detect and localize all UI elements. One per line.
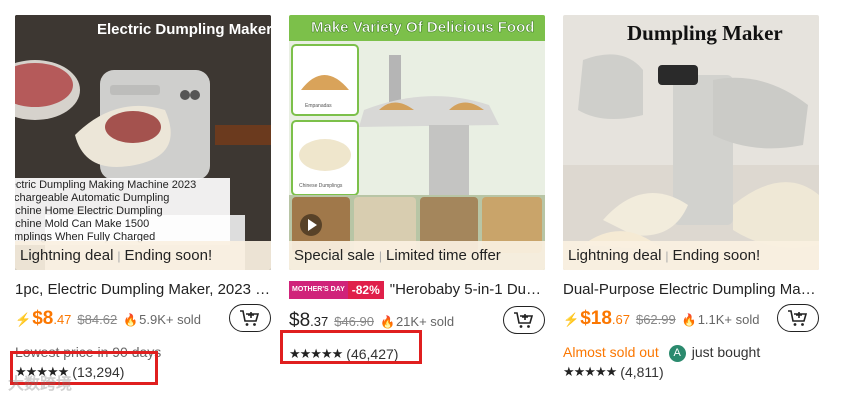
fire-icon: 🔥 xyxy=(123,313,139,327)
product-image[interactable]: Electric Dumpling Maker Electric Dumplin… xyxy=(15,15,271,270)
description-line: Machine Home Electric Dumpling xyxy=(15,205,163,217)
sold-count: 21K+ sold xyxy=(395,313,455,329)
rating[interactable]: ★★★★★ (4,811) xyxy=(563,362,819,382)
image-description-overlay: Electric Dumpling Making Machine 2023 Re… xyxy=(15,178,230,245)
deal-type: Special sale xyxy=(294,247,375,264)
product-title[interactable]: 1pc, Electric Dumpling Maker, 2023 Recha… xyxy=(15,280,271,300)
deal-urgency: Limited time offer xyxy=(386,247,501,264)
almost-sold-out-text: Almost sold out xyxy=(563,344,659,360)
product-grid: Electric Dumpling Maker Electric Dumplin… xyxy=(0,0,850,401)
current-price: $8.47 xyxy=(32,308,72,329)
fire-icon: 🔥 xyxy=(681,313,697,327)
cart-plus-icon xyxy=(788,310,808,326)
cart-plus-icon xyxy=(240,310,260,326)
product-title[interactable]: Dual-Purpose Electric Dumpling Maker xyxy=(563,280,819,300)
lightning-icon: ⚡ xyxy=(563,312,580,327)
add-to-cart-button[interactable] xyxy=(503,305,545,334)
current-price: $18.67 xyxy=(580,308,630,329)
star-rating-icon: ★★★★★ xyxy=(563,364,617,379)
deal-urgency: Ending soon! xyxy=(124,247,213,264)
description-line: Rechargeable Automatic Dumpling xyxy=(15,192,170,204)
rating-count: (4,811) xyxy=(620,364,664,380)
deal-type: Lightning deal xyxy=(568,247,662,264)
deal-banner: Lightning deal | Ending soon! xyxy=(563,241,819,270)
description-line: Machine Mold Can Make 1500 xyxy=(15,218,150,230)
buyer-avatar: A xyxy=(668,344,686,362)
original-price: $62.99 xyxy=(635,312,676,327)
sold-count: 5.9K+ sold xyxy=(139,312,201,327)
product-card[interactable]: Electric Dumpling Maker Electric Dumplin… xyxy=(15,15,271,382)
product-title-text: "Herobaby 5-in-1 Dumpling Maker xyxy=(389,281,545,298)
deal-urgency: Ending soon! xyxy=(672,247,761,264)
price-row: ⚡ $18.67 $62.99 🔥 1.1K+ sold xyxy=(563,304,819,342)
product-title[interactable]: MOTHER'S DAY-82% "Herobaby 5-in-1 Dumplin… xyxy=(289,280,545,302)
image-title: Make Variety Of Delicious Food xyxy=(311,19,535,37)
mothers-day-badge: MOTHER'S DAY xyxy=(289,280,348,299)
stock-status: Almost sold out Ajust bought xyxy=(563,342,819,362)
discount-badge: -82% xyxy=(347,280,384,299)
dumpling-maker-collage-photo xyxy=(289,15,545,270)
watermark: 大数跨境 xyxy=(8,376,73,393)
original-price: $84.62 xyxy=(77,312,118,327)
image-title: Dumpling Maker xyxy=(627,21,783,45)
fire-icon: 🔥 xyxy=(379,314,395,329)
add-to-cart-button[interactable] xyxy=(777,304,819,332)
deal-banner: Lightning deal | Ending soon! xyxy=(15,241,271,270)
image-side-label: Empanadas xyxy=(305,103,332,109)
promo-badge: MOTHER'S DAY -82% xyxy=(289,280,384,299)
original-price: $46.90 xyxy=(334,313,374,329)
description-line: Electric Dumpling Making Machine 2023 xyxy=(15,179,197,191)
image-title: Electric Dumpling Maker xyxy=(97,21,271,38)
product-card[interactable]: Dumpling Maker Lightning deal | Ending soo… xyxy=(563,15,819,382)
image-side-label: Chinese Dumplings xyxy=(299,183,343,189)
product-image[interactable]: Dumpling Maker Lightning deal | Ending soo… xyxy=(563,15,819,270)
cart-plus-icon xyxy=(514,311,534,328)
deal-banner: Special sale | Limited time offer xyxy=(289,241,545,270)
dual-dumpling-maker-photo xyxy=(563,15,819,270)
product-image[interactable]: Make Variety Of Delicious Food Empanadas… xyxy=(289,15,545,270)
current-price: $8.37 xyxy=(289,309,329,331)
just-bought-text: just bought xyxy=(691,344,761,360)
deal-type: Lightning deal xyxy=(20,247,114,264)
product-card[interactable]: Make Variety Of Delicious Food Empanadas… xyxy=(289,15,545,364)
rating-highlight-box xyxy=(280,330,422,364)
add-to-cart-button[interactable] xyxy=(229,304,271,332)
price-row: ⚡ $8.47 $84.62 🔥 5.9K+ sold xyxy=(15,304,271,342)
sold-count: 1.1K+ sold xyxy=(697,312,760,327)
lightning-icon: ⚡ xyxy=(15,312,32,327)
